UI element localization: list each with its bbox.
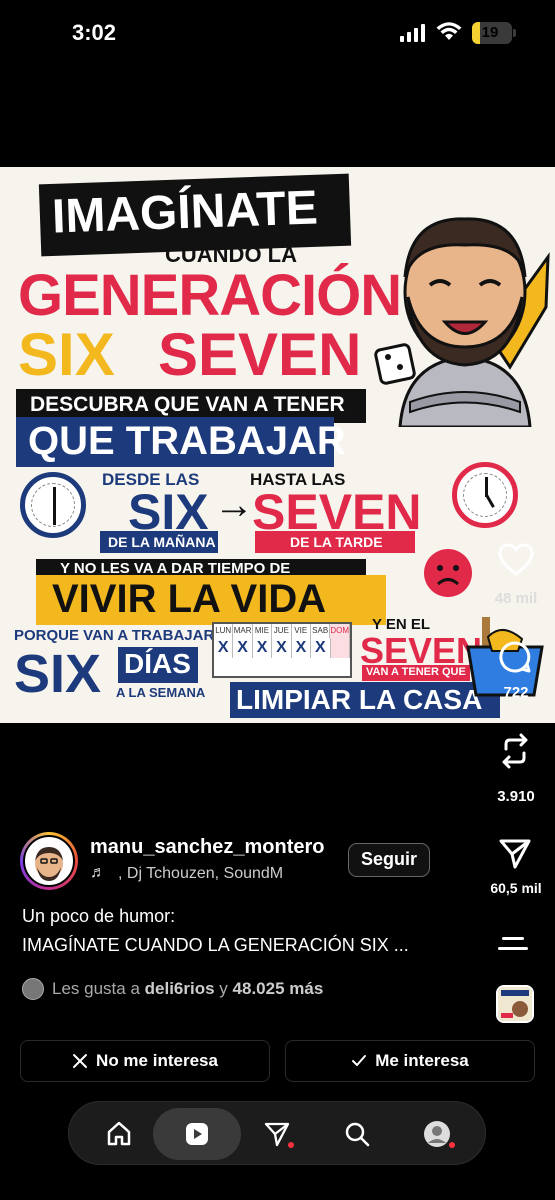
interested-button[interactable]: Me interesa	[285, 1040, 535, 1082]
notification-dot	[449, 1142, 455, 1148]
likes-connector: y	[219, 979, 228, 998]
text-six-mid: SIX	[14, 644, 102, 704]
calendar-mark: X	[311, 638, 331, 658]
likes-summary[interactable]: Les gusta a deli6rios y 48.025 más	[52, 979, 323, 999]
calendar-day: MIE	[253, 624, 273, 638]
not-interested-label: No me interesa	[96, 1051, 218, 1070]
wifi-icon	[436, 22, 462, 40]
likes-others-count[interactable]: 48.025 más	[233, 979, 324, 998]
repost-icon[interactable]	[498, 733, 532, 769]
text-van-a-tener-que: VAN A TENER QUE	[366, 666, 466, 678]
text-generacion: GENERACIÓN	[18, 263, 402, 328]
check-icon	[352, 1055, 367, 1066]
nav-profile[interactable]	[393, 1108, 481, 1160]
calendar-day: DOM	[330, 624, 351, 638]
calendar-mark: X	[292, 638, 312, 658]
reels-icon	[186, 1123, 208, 1145]
text-seven: SEVEN	[158, 321, 362, 388]
battery-level: 19	[481, 24, 499, 41]
sad-face-icon	[424, 549, 472, 597]
comment-count: 722	[503, 684, 529, 701]
cartoon-man-illustration	[374, 217, 550, 427]
music-note-icon: ♬	[90, 864, 106, 881]
headline-imaginate: IMAGÍNATE	[51, 181, 319, 244]
status-bar: 3:02 19	[0, 0, 555, 66]
calendar-icon: LUN MAR MIE JUE VIE SAB DOM X X X X X X	[212, 622, 352, 678]
calendar-day: MAR	[233, 624, 253, 638]
send-icon[interactable]	[498, 837, 532, 871]
comment-icon[interactable]	[498, 640, 532, 674]
alarm-clock-icon	[452, 462, 518, 528]
text-six: SIX	[18, 321, 115, 388]
battery-icon: 19	[472, 22, 516, 44]
close-icon	[73, 1054, 88, 1068]
audio-cover-icon	[498, 987, 532, 1021]
bottom-navigation	[68, 1101, 486, 1165]
author-avatar[interactable]	[20, 832, 78, 890]
nav-home[interactable]	[75, 1108, 163, 1160]
liker-avatar[interactable]	[22, 978, 44, 1000]
text-de-la-manana: DE LA MAÑANA	[108, 534, 216, 550]
text-limpiar-la-casa: LIMPIAR LA CASA	[236, 684, 483, 715]
calendar-day: LUN	[214, 624, 234, 638]
calendar-day: JUE	[272, 624, 292, 638]
alarm-clock-icon	[20, 472, 86, 538]
calendar-mark	[330, 638, 350, 658]
not-interested-button[interactable]: No me interesa	[20, 1040, 270, 1082]
author-username[interactable]: manu_sanchez_montero	[90, 836, 325, 859]
text-a-la-semana: A LA SEMANA	[116, 685, 206, 700]
calendar-mark: X	[233, 638, 253, 658]
follow-button[interactable]: Seguir	[348, 843, 430, 877]
repost-count: 3.910	[497, 788, 535, 805]
text-porque: PORQUE VAN A TRABAJAR	[14, 627, 215, 644]
home-icon	[107, 1121, 131, 1146]
calendar-mark: X	[214, 638, 234, 658]
profile-icon	[424, 1121, 450, 1147]
nav-reels[interactable]	[153, 1108, 241, 1160]
likes-prefix: Les gusta a	[52, 979, 140, 998]
arrow-right-icon: →	[214, 483, 254, 527]
audio-thumbnail[interactable]	[496, 985, 534, 1023]
caption-line-2[interactable]: IMAGÍNATE CUANDO LA GENERACIÓN SIX ...	[22, 935, 409, 956]
calendar-mark: X	[253, 638, 273, 658]
audio-track-label[interactable]: , Dj Tchouzen, SoundM	[118, 865, 324, 883]
text-dias: DÍAS	[124, 648, 191, 679]
calendar-day: VIE	[292, 624, 311, 638]
text-de-la-tarde: DE LA TARDE	[290, 534, 383, 550]
share-count: 60,5 mil	[490, 880, 542, 896]
reel-media[interactable]: IMAGÍNATE CUANDO LA GENERACIÓN SIX SEVEN…	[0, 167, 555, 723]
liker-username[interactable]: deli6rios	[145, 979, 215, 998]
caption-line-1[interactable]: Un poco de humor:	[22, 906, 175, 927]
heart-icon[interactable]	[498, 543, 534, 577]
notification-dot	[288, 1142, 294, 1148]
calendar-mark: X	[272, 638, 292, 658]
like-count: 48 mil	[494, 590, 538, 607]
text-descubra: DESCUBRA QUE VAN A TENER	[30, 393, 345, 416]
direct-icon	[264, 1122, 290, 1147]
signal-icon	[400, 24, 425, 42]
status-time: 3:02	[72, 20, 117, 45]
avatar-cartoon-icon	[35, 847, 63, 881]
calendar-day: SAB	[311, 624, 331, 638]
more-options-icon[interactable]	[498, 934, 528, 954]
interested-label: Me interesa	[375, 1051, 469, 1070]
text-que-trabajar: QUE TRABAJAR	[28, 419, 346, 463]
nav-direct[interactable]	[233, 1108, 321, 1160]
nav-search[interactable]	[313, 1108, 401, 1160]
text-vivir-la-vida: VIVIR LA VIDA	[52, 577, 327, 621]
search-icon	[345, 1122, 370, 1147]
